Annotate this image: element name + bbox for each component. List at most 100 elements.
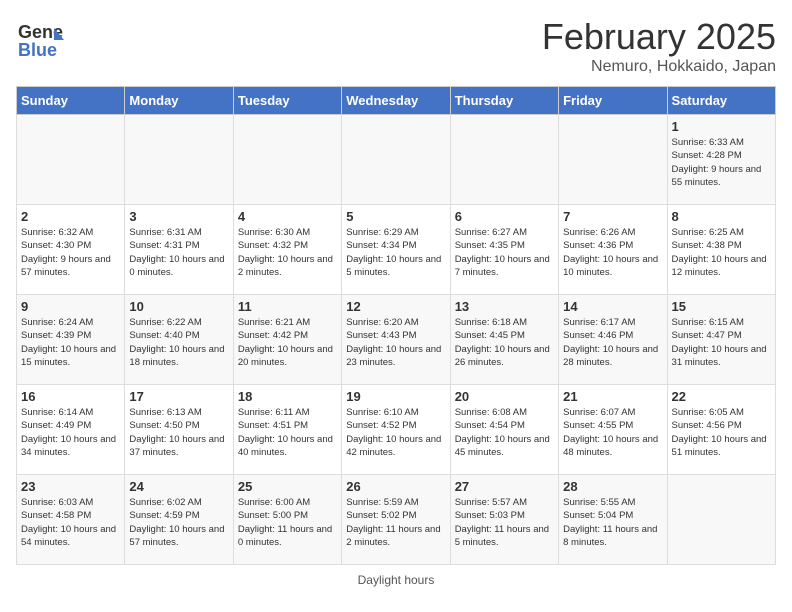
day-number: 2	[21, 209, 120, 224]
day-number: 24	[129, 479, 228, 494]
day-number: 28	[563, 479, 662, 494]
day-cell: 12 Sunrise: 6:20 AM Sunset: 4:43 PM Dayli…	[342, 295, 450, 385]
day-info: Sunrise: 6:33 AM Sunset: 4:28 PM Dayligh…	[672, 136, 771, 189]
day-info: Sunrise: 6:24 AM Sunset: 4:39 PM Dayligh…	[21, 316, 120, 369]
day-number: 27	[455, 479, 554, 494]
day-cell	[17, 115, 125, 205]
day-number: 13	[455, 299, 554, 314]
day-number: 1	[672, 119, 771, 134]
day-number: 7	[563, 209, 662, 224]
day-cell: 15 Sunrise: 6:15 AM Sunset: 4:47 PM Dayli…	[667, 295, 775, 385]
day-info: Sunrise: 6:10 AM Sunset: 4:52 PM Dayligh…	[346, 406, 445, 459]
day-cell: 5 Sunrise: 6:29 AM Sunset: 4:34 PM Daylig…	[342, 205, 450, 295]
day-cell: 21Sunrise: 6:07 AM Sunset: 4:55 PM Dayli…	[559, 385, 667, 475]
day-info: Sunrise: 6:31 AM Sunset: 4:31 PM Dayligh…	[129, 226, 228, 279]
day-number: 18	[238, 389, 337, 404]
header-wednesday: Wednesday	[342, 87, 450, 115]
logo-graphic: General Blue	[16, 16, 64, 69]
day-info: Sunrise: 6:15 AM Sunset: 4:47 PM Dayligh…	[672, 316, 771, 369]
week-row-3: 16 Sunrise: 6:14 AM Sunset: 4:49 PM Dayli…	[17, 385, 776, 475]
day-number: 14	[563, 299, 662, 314]
header-monday: Monday	[125, 87, 233, 115]
day-number: 9	[21, 299, 120, 314]
calendar-header-row: SundayMondayTuesdayWednesdayThursdayFrid…	[17, 87, 776, 115]
day-cell: 25Sunrise: 6:00 AM Sunset: 5:00 PM Dayli…	[233, 475, 341, 565]
day-cell: 23 Sunrise: 6:03 AM Sunset: 4:58 PM Dayli…	[17, 475, 125, 565]
day-info: Sunrise: 6:29 AM Sunset: 4:34 PM Dayligh…	[346, 226, 445, 279]
week-row-4: 23 Sunrise: 6:03 AM Sunset: 4:58 PM Dayli…	[17, 475, 776, 565]
day-cell: 22 Sunrise: 6:05 AM Sunset: 4:56 PM Dayli…	[667, 385, 775, 475]
day-number: 6	[455, 209, 554, 224]
day-cell: 9 Sunrise: 6:24 AM Sunset: 4:39 PM Daylig…	[17, 295, 125, 385]
day-info: Sunrise: 6:14 AM Sunset: 4:49 PM Dayligh…	[21, 406, 120, 459]
day-info: Sunrise: 6:27 AM Sunset: 4:35 PM Dayligh…	[455, 226, 554, 279]
day-cell: 11 Sunrise: 6:21 AM Sunset: 4:42 PM Dayli…	[233, 295, 341, 385]
day-number: 25	[238, 479, 337, 494]
day-cell: 20Sunrise: 6:08 AM Sunset: 4:54 PM Dayli…	[450, 385, 558, 475]
logo: General Blue	[16, 16, 64, 69]
day-info: Sunrise: 6:13 AM Sunset: 4:50 PM Dayligh…	[129, 406, 228, 459]
header: General Blue February 2025 Nemuro, Hokka…	[16, 16, 776, 76]
day-number: 8	[672, 209, 771, 224]
day-info: Sunrise: 6:25 AM Sunset: 4:38 PM Dayligh…	[672, 226, 771, 279]
day-number: 3	[129, 209, 228, 224]
day-cell: 24 Sunrise: 6:02 AM Sunset: 4:59 PM Dayli…	[125, 475, 233, 565]
day-info: Sunrise: 6:18 AM Sunset: 4:45 PM Dayligh…	[455, 316, 554, 369]
day-cell	[342, 115, 450, 205]
day-cell	[667, 475, 775, 565]
day-cell	[450, 115, 558, 205]
day-number: 16	[21, 389, 120, 404]
day-cell: 13 Sunrise: 6:18 AM Sunset: 4:45 PM Dayli…	[450, 295, 558, 385]
day-info: Sunrise: 6:08 AM Sunset: 4:54 PM Dayligh…	[455, 406, 554, 459]
day-info: Sunrise: 6:05 AM Sunset: 4:56 PM Dayligh…	[672, 406, 771, 459]
day-number: 15	[672, 299, 771, 314]
day-info: Sunrise: 6:02 AM Sunset: 4:59 PM Dayligh…	[129, 496, 228, 549]
day-number: 11	[238, 299, 337, 314]
day-info: Sunrise: 5:59 AM Sunset: 5:02 PM Dayligh…	[346, 496, 445, 549]
header-friday: Friday	[559, 87, 667, 115]
day-info: Sunrise: 6:03 AM Sunset: 4:58 PM Dayligh…	[21, 496, 120, 549]
footer-note: Daylight hours	[16, 573, 776, 587]
day-cell: 1 Sunrise: 6:33 AM Sunset: 4:28 PM Daylig…	[667, 115, 775, 205]
day-number: 23	[21, 479, 120, 494]
week-row-0: 1 Sunrise: 6:33 AM Sunset: 4:28 PM Daylig…	[17, 115, 776, 205]
day-cell: 2 Sunrise: 6:32 AM Sunset: 4:30 PM Daylig…	[17, 205, 125, 295]
day-cell: 19 Sunrise: 6:10 AM Sunset: 4:52 PM Dayli…	[342, 385, 450, 475]
calendar-title: February 2025	[542, 16, 776, 58]
day-number: 17	[129, 389, 228, 404]
day-info: Sunrise: 6:20 AM Sunset: 4:43 PM Dayligh…	[346, 316, 445, 369]
day-number: 19	[346, 389, 445, 404]
svg-text:Blue: Blue	[18, 40, 57, 60]
day-cell: 28 Sunrise: 5:55 AM Sunset: 5:04 PM Dayli…	[559, 475, 667, 565]
day-info: Sunrise: 5:57 AM Sunset: 5:03 PM Dayligh…	[455, 496, 554, 549]
day-info: Sunrise: 6:22 AM Sunset: 4:40 PM Dayligh…	[129, 316, 228, 369]
day-number: 26	[346, 479, 445, 494]
day-cell: 27 Sunrise: 5:57 AM Sunset: 5:03 PM Dayli…	[450, 475, 558, 565]
day-info: Sunrise: 6:26 AM Sunset: 4:36 PM Dayligh…	[563, 226, 662, 279]
day-info: Sunrise: 5:55 AM Sunset: 5:04 PM Dayligh…	[563, 496, 662, 549]
day-cell: 16 Sunrise: 6:14 AM Sunset: 4:49 PM Dayli…	[17, 385, 125, 475]
day-cell: 18 Sunrise: 6:11 AM Sunset: 4:51 PM Dayli…	[233, 385, 341, 475]
day-info: Sunrise: 6:21 AM Sunset: 4:42 PM Dayligh…	[238, 316, 337, 369]
day-cell: 14Sunrise: 6:17 AM Sunset: 4:46 PM Dayli…	[559, 295, 667, 385]
day-info: Sunrise: 6:11 AM Sunset: 4:51 PM Dayligh…	[238, 406, 337, 459]
day-info: Sunrise: 6:30 AM Sunset: 4:32 PM Dayligh…	[238, 226, 337, 279]
day-info: Sunrise: 6:07 AM Sunset: 4:55 PM Dayligh…	[563, 406, 662, 459]
header-sunday: Sunday	[17, 87, 125, 115]
day-cell: 7 Sunrise: 6:26 AM Sunset: 4:36 PM Daylig…	[559, 205, 667, 295]
day-number: 4	[238, 209, 337, 224]
day-cell	[233, 115, 341, 205]
day-cell: 8 Sunrise: 6:25 AM Sunset: 4:38 PM Daylig…	[667, 205, 775, 295]
day-cell	[125, 115, 233, 205]
header-saturday: Saturday	[667, 87, 775, 115]
day-cell	[559, 115, 667, 205]
day-number: 5	[346, 209, 445, 224]
title-area: February 2025 Nemuro, Hokkaido, Japan	[542, 16, 776, 76]
day-cell: 10 Sunrise: 6:22 AM Sunset: 4:40 PM Dayli…	[125, 295, 233, 385]
day-number: 12	[346, 299, 445, 314]
day-number: 22	[672, 389, 771, 404]
day-number: 10	[129, 299, 228, 314]
week-row-2: 9 Sunrise: 6:24 AM Sunset: 4:39 PM Daylig…	[17, 295, 776, 385]
calendar-table: SundayMondayTuesdayWednesdayThursdayFrid…	[16, 86, 776, 565]
day-info: Sunrise: 6:32 AM Sunset: 4:30 PM Dayligh…	[21, 226, 120, 279]
